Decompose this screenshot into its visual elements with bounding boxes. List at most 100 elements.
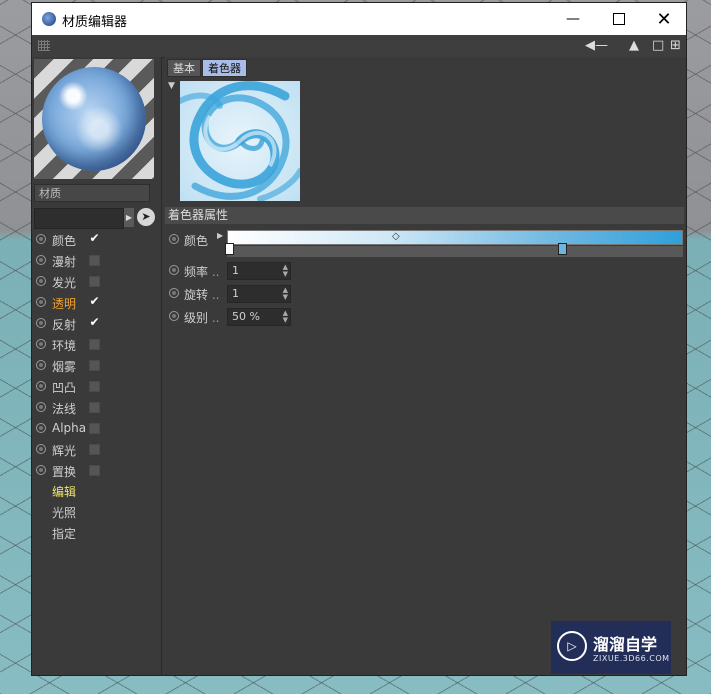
tab-basic[interactable]: 基本 [167,59,201,77]
shader-preview [180,81,300,201]
channel-row[interactable]: 法线 [34,399,154,417]
channel-label[interactable]: 发光 [52,274,76,291]
channel-label[interactable]: 漫射 [52,253,76,270]
channel-row[interactable]: 辉光 [34,441,154,459]
channel-checkbox[interactable] [89,276,100,287]
gradient-knot-end[interactable] [558,243,567,255]
material-preview[interactable] [34,59,154,179]
collapse-triangle-icon[interactable]: ▼ [168,81,175,91]
rotation-value: 1 [232,287,239,300]
channel-radio[interactable] [36,255,46,265]
material-name-field[interactable]: 材质 [34,184,150,202]
window-title: 材质编辑器 [62,15,128,30]
stepper-icon[interactable]: ▲ ▼ [283,264,288,278]
minimize-icon: — [566,11,580,27]
channel-row[interactable]: 发光 [34,273,154,291]
level-input[interactable]: 50 % ▲ ▼ [227,308,291,326]
channel-radio[interactable] [36,444,46,454]
channel-label[interactable]: Alpha [52,421,86,435]
channel-checkbox[interactable] [89,339,100,350]
channel-row[interactable]: 烟雾 [34,357,154,375]
channel-checkbox[interactable]: ✔ [89,232,100,245]
level-anim-radio[interactable] [169,311,179,321]
rotation-label: 旋转 [184,288,209,302]
channel-checkbox[interactable] [89,402,100,413]
channel-radio[interactable] [36,402,46,412]
tab-shader[interactable]: 着色器 [202,59,247,77]
frequency-value: 1 [232,264,239,277]
gradient-knot-start[interactable] [225,243,234,255]
minimize-button[interactable]: — [550,3,596,35]
channel-filter-input[interactable] [34,208,124,229]
shader-properties-header[interactable]: 着色器属性 [165,207,684,224]
channel-row[interactable]: 凹凸 [34,378,154,396]
channel-radio[interactable] [36,360,46,370]
pick-cursor-icon[interactable]: ➤ [137,208,155,226]
frequency-property: 频率 .. 1 ▲ ▼ [167,262,677,280]
level-property: 级别 .. 50 % ▲ ▼ [167,308,677,326]
color-label: 颜色 [184,234,209,248]
section-item[interactable]: 编辑 [52,483,76,500]
channel-checkbox[interactable]: ✔ [89,295,100,308]
stepper-icon[interactable]: ▲ ▼ [283,310,288,324]
material-editor-window: 材质编辑器 — ✕ ◀— ▲ □ ⊞ 材质 ▶ ➤ 颜色 ✔ 漫射发光透明 ✔ 反射 ✔ 环… [31,2,687,676]
channel-label[interactable]: 烟雾 [52,358,76,375]
title-bar[interactable]: 材质编辑器 — ✕ [32,3,686,35]
forward-arrow-icon[interactable]: ▲ [629,38,639,54]
channel-radio[interactable] [36,465,46,475]
back-arrow-icon[interactable]: ◀— [585,38,608,54]
channel-checkbox[interactable]: ✔ [89,316,100,329]
grip-icon[interactable] [38,40,50,51]
channel-radio[interactable] [36,234,46,244]
channel-label[interactable]: 透明 [52,295,76,312]
channel-label[interactable]: 环境 [52,337,76,354]
left-panel: 材质 ▶ ➤ 颜色 ✔ 漫射发光透明 ✔ 反射 ✔ 环境烟雾凹凸法线 Alpha 辉光置换 编辑… [32,57,162,675]
gradient-expand-icon[interactable]: ▶ [217,231,223,240]
new-window-icon[interactable]: ⊞ [670,38,681,54]
section-item[interactable]: 指定 [52,525,76,542]
color-gradient-bar[interactable]: ◇ [227,230,683,245]
channel-label[interactable]: 辉光 [52,442,76,459]
channel-radio[interactable] [36,318,46,328]
rotation-input[interactable]: 1 ▲ ▼ [227,285,291,303]
rotation-property: 旋转 .. 1 ▲ ▼ [167,285,677,303]
section-item[interactable]: 光照 [52,504,76,521]
maximize-button[interactable] [596,3,642,35]
channel-label[interactable]: 置换 [52,463,76,480]
channel-label[interactable]: 凹凸 [52,379,76,396]
channel-radio[interactable] [36,339,46,349]
channel-row[interactable]: 颜色 ✔ [34,231,154,249]
app-icon [42,12,56,26]
channel-radio[interactable] [36,423,46,433]
channel-checkbox[interactable] [89,381,100,392]
channel-row[interactable]: 置换 [34,462,154,480]
channel-search-row: ▶ ➤ [34,208,156,229]
channel-label[interactable]: 颜色 [52,232,76,249]
frequency-input[interactable]: 1 ▲ ▼ [227,262,291,280]
frequency-label-group: 频率 .. [184,263,219,280]
channel-label[interactable]: 反射 [52,316,76,333]
channel-radio[interactable] [36,381,46,391]
channel-checkbox[interactable] [89,444,100,455]
channel-label[interactable]: 法线 [52,400,76,417]
rotation-anim-radio[interactable] [169,288,179,298]
channel-row[interactable]: 漫射 [34,252,154,270]
color-anim-radio[interactable] [169,234,179,244]
channel-checkbox[interactable] [89,255,100,266]
channel-row[interactable]: Alpha [34,420,154,438]
channel-row[interactable]: 透明 ✔ [34,294,154,312]
gradient-knot-track[interactable] [225,243,683,257]
close-button[interactable]: ✕ [641,3,686,35]
channel-checkbox[interactable] [89,465,100,476]
channel-checkbox[interactable] [89,423,100,434]
channel-radio[interactable] [36,297,46,307]
expand-arrow-icon[interactable]: ▶ [124,208,134,227]
stepper-icon[interactable]: ▲ ▼ [283,287,288,301]
lock-icon[interactable]: □ [652,38,664,54]
channel-radio[interactable] [36,276,46,286]
channel-row[interactable]: 反射 ✔ [34,315,154,333]
frequency-anim-radio[interactable] [169,265,179,275]
channel-row[interactable]: 环境 [34,336,154,354]
channel-checkbox[interactable] [89,360,100,371]
gradient-midpoint-handle[interactable]: ◇ [392,231,400,243]
